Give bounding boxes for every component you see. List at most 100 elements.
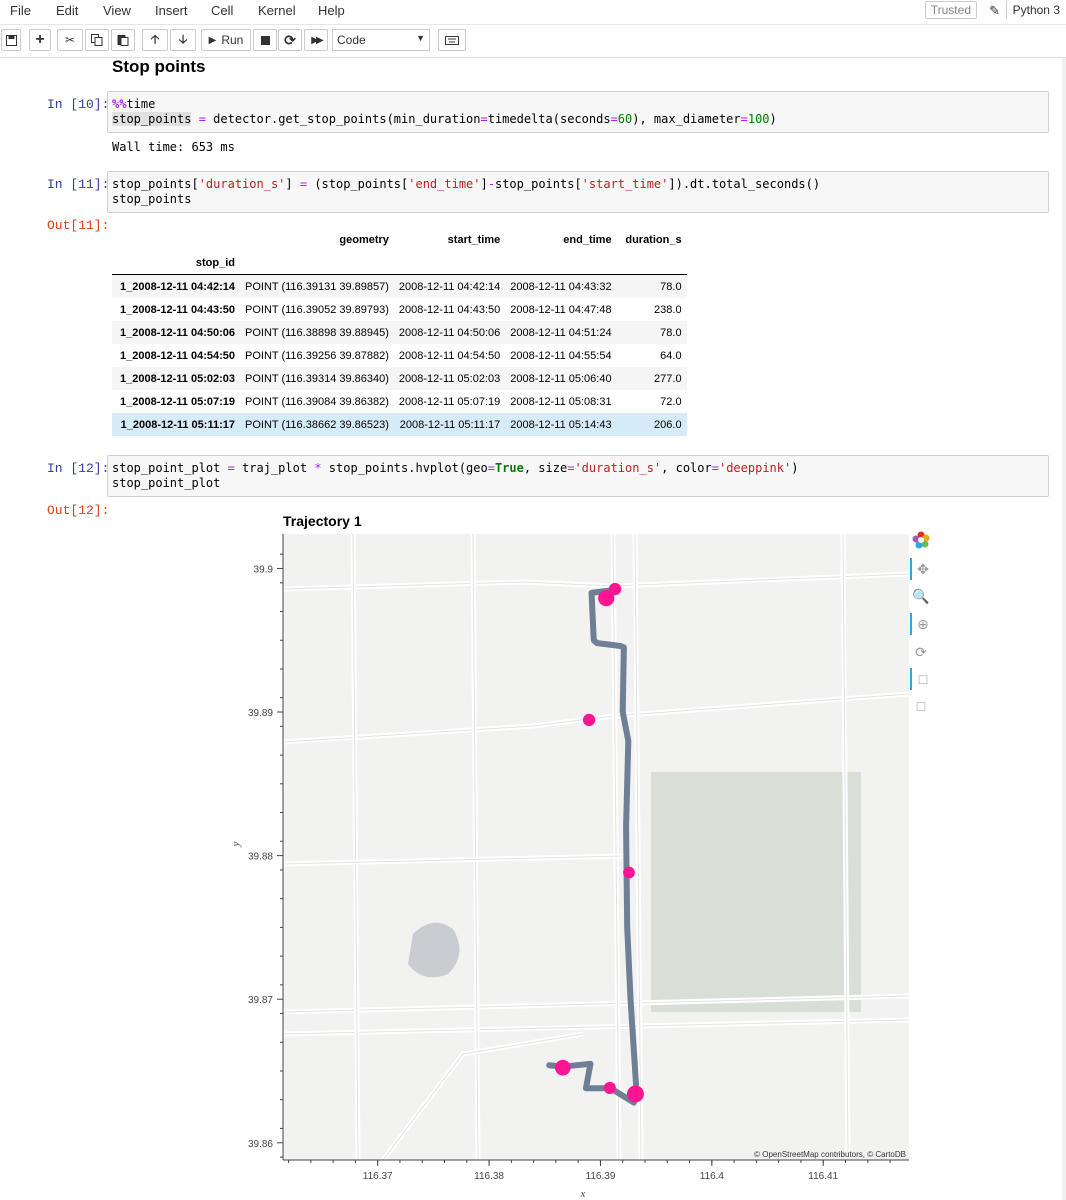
scissors-icon: ✂: [64, 33, 76, 47]
save-icon: [5, 34, 17, 46]
stop-point: [623, 866, 635, 879]
bokeh-logo-icon[interactable]: [910, 531, 932, 553]
pan-tool-icon[interactable]: ✥: [910, 558, 934, 580]
menu-bar: File Edit View Insert Cell Kernel Help T…: [0, 0, 1066, 25]
cell-duration: 206.0: [654, 418, 682, 431]
keyboard-icon: [445, 35, 459, 45]
row-index: 1_2008-12-11 05:02:03: [120, 372, 235, 385]
plus-icon: +: [35, 31, 45, 48]
row-index: 1_2008-12-11 04:54:50: [120, 349, 235, 362]
paste-icon: [117, 35, 129, 46]
pencil-icon[interactable]: ✎: [989, 3, 1000, 19]
trusted-badge[interactable]: Trusted: [924, 1, 977, 19]
cell-start-time: 2008-12-11 05:07:19: [398, 395, 501, 408]
cell-start-time: 2008-12-11 04:42:14: [398, 280, 501, 293]
x-tick-label: 116.4: [700, 1171, 725, 1182]
cell-duration: 72.0: [660, 395, 682, 408]
kernel-name[interactable]: Python 3: [1005, 1, 1066, 19]
paste-button[interactable]: [111, 29, 135, 51]
play-icon: ▶: [208, 34, 217, 46]
move-down-button[interactable]: 🡣: [170, 29, 196, 51]
table-row[interactable]: 1_2008-12-11 05:07:19 POINT (116.39084 39…: [112, 390, 687, 413]
cell-geometry: POINT (116.39256 39.87882): [245, 349, 389, 362]
hover-tool-icon[interactable]: □: [910, 668, 934, 690]
cut-button[interactable]: ✂: [57, 29, 83, 51]
table-row[interactable]: 1_2008-12-11 05:11:17 POINT (116.38662 39…: [112, 413, 687, 436]
trajectory-point: [589, 590, 595, 596]
table-row[interactable]: 1_2008-12-11 05:02:03 POINT (116.39314 39…: [112, 367, 687, 390]
out-prompt-11: Out[11]:: [47, 218, 110, 233]
out-prompt-12: Out[12]:: [47, 503, 110, 518]
move-up-button[interactable]: 🡡: [142, 29, 168, 51]
x-tick-label: 116.38: [474, 1171, 504, 1182]
hover-tool-2-icon[interactable]: □: [910, 695, 932, 717]
trajectory-point: [621, 644, 627, 650]
trajectory-point: [625, 738, 631, 744]
map-park-area: [651, 772, 861, 1012]
cell-duration: 78.0: [660, 280, 682, 293]
cell-geometry: POINT (116.39314 39.86340): [245, 372, 389, 385]
reset-tool-icon[interactable]: ⟳: [910, 641, 932, 663]
command-palette-button[interactable]: [438, 29, 466, 51]
table-row[interactable]: 1_2008-12-11 04:42:14 POINT (116.39131 39…: [112, 274, 687, 298]
trajectory-point: [587, 1061, 593, 1067]
column-header: end_time: [563, 233, 612, 246]
menu-cell[interactable]: Cell: [211, 3, 233, 18]
cell-type-select[interactable]: Code ▼: [332, 29, 430, 51]
table-header-row: geometry start_time end_time duration_s: [112, 228, 687, 251]
cell-start-time: 2008-12-11 04:43:50: [398, 303, 501, 316]
menu-help[interactable]: Help: [318, 3, 345, 18]
notebook-toolbar: + ✂ 🡡 🡣 ▶ Run ⟳ ▶▶ Code ▼: [0, 25, 1066, 58]
row-index: 1_2008-12-11 05:11:17: [120, 418, 235, 431]
insert-cell-button[interactable]: +: [29, 29, 51, 51]
restart-button[interactable]: ⟳: [278, 29, 302, 51]
run-button[interactable]: ▶ Run: [201, 29, 251, 51]
cell-end-time: 2008-12-11 04:51:24: [510, 326, 612, 339]
trajectory-point: [583, 1085, 589, 1091]
y-tick-label: 39.89: [248, 708, 273, 719]
copy-button[interactable]: [85, 29, 109, 51]
trajectory-point: [628, 996, 634, 1002]
notebook-scrollbar[interactable]: [1062, 58, 1066, 1200]
menu-view[interactable]: View: [103, 3, 131, 18]
cell-type-value: Code: [337, 33, 366, 47]
column-header: start_time: [447, 233, 501, 246]
y-tick-label: 39.86: [248, 1139, 273, 1150]
stop-icon: [260, 35, 270, 45]
code-cell-10[interactable]: %%time stop_points = detector.get_stop_p…: [107, 91, 1049, 133]
menu-kernel[interactable]: Kernel: [258, 3, 296, 18]
stop-point: [554, 1059, 571, 1076]
stop-point: [598, 590, 615, 607]
save-button[interactable]: [1, 29, 21, 51]
restart-icon: ⟳: [284, 31, 296, 48]
code-cell-11[interactable]: stop_points['duration_s'] = (stop_points…: [107, 171, 1049, 213]
cell-end-time: 2008-12-11 05:08:31: [510, 395, 612, 408]
table-row[interactable]: 1_2008-12-11 04:50:06 POINT (116.38898 39…: [112, 321, 687, 344]
wheel-zoom-tool-icon[interactable]: ⊕: [910, 613, 934, 635]
map-attribution: © OpenStreetMap contributors, © CartoDB: [754, 1150, 906, 1159]
menu-edit[interactable]: Edit: [56, 3, 78, 18]
trajectory-plot[interactable]: 39.86 39.87 39.88 39.89 39.9 116.37 116.38 116.…: [225, 530, 915, 1200]
plot-title: Trajectory 1: [283, 513, 362, 529]
stop-point: [626, 1085, 644, 1103]
cell-geometry: POINT (116.38898 39.88945): [245, 326, 389, 339]
arrow-down-icon: 🡣: [178, 31, 188, 46]
cell-end-time: 2008-12-11 05:06:40: [510, 372, 612, 385]
code-cell-12[interactable]: stop_point_plot = traj_plot * stop_point…: [107, 455, 1049, 497]
row-index: 1_2008-12-11 04:50:06: [120, 326, 235, 339]
table-row[interactable]: 1_2008-12-11 04:54:50 POINT (116.39256 39…: [112, 344, 687, 367]
run-all-button[interactable]: ▶▶: [304, 29, 328, 51]
y-tick-label: 39.87: [248, 995, 273, 1006]
y-tick-label: 39.88: [248, 852, 273, 863]
y-tick-label: 39.9: [254, 564, 274, 575]
menu-insert[interactable]: Insert: [155, 3, 188, 18]
column-header: duration_s: [625, 233, 682, 246]
table-row[interactable]: 1_2008-12-11 04:43:50 POINT (116.39052 39…: [112, 298, 687, 321]
arrow-up-icon: 🡡: [150, 31, 160, 46]
interrupt-button[interactable]: [253, 29, 277, 51]
box-zoom-tool-icon[interactable]: 🔍: [910, 585, 932, 607]
cell-geometry: POINT (116.39084 39.86382): [245, 395, 389, 408]
menu-file[interactable]: File: [10, 3, 31, 18]
cell-geometry: POINT (116.38662 39.86523): [245, 418, 389, 431]
cell-start-time: 2008-12-11 05:02:03: [398, 372, 501, 385]
